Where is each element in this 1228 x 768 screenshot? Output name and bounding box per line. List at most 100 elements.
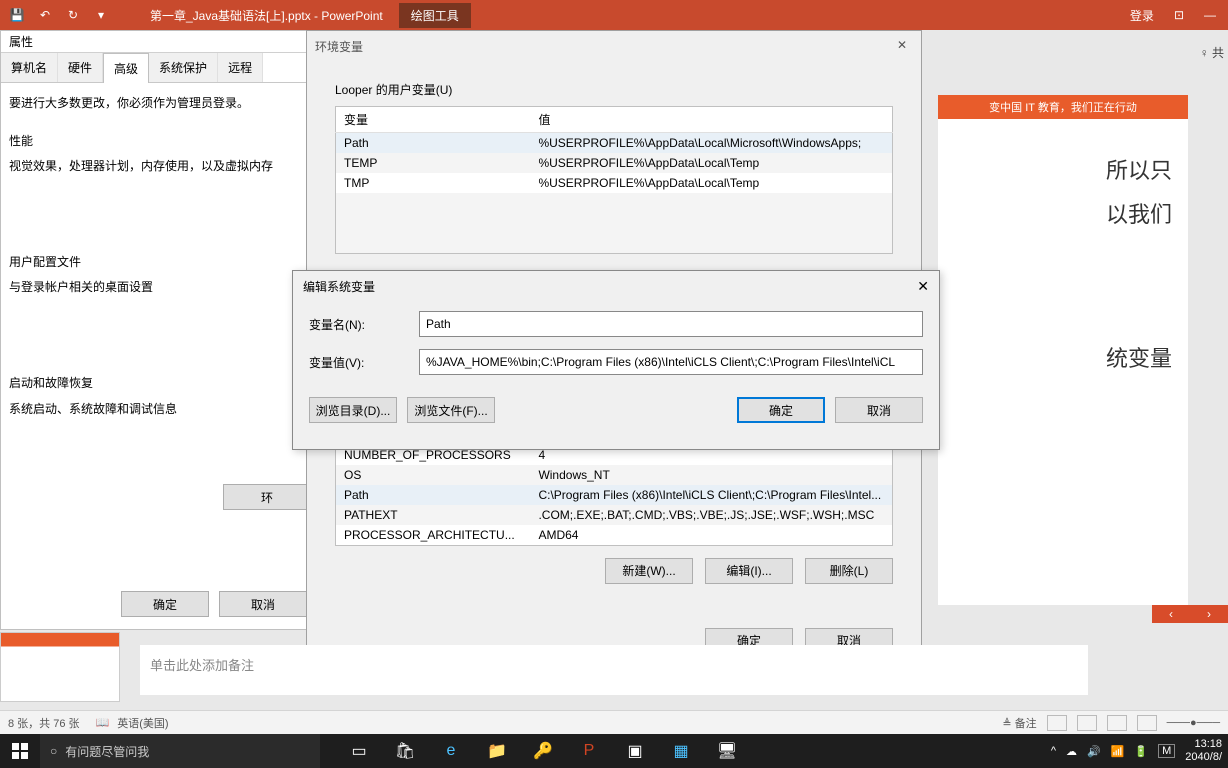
zoom-slider[interactable]: ───●─── [1167, 717, 1220, 729]
app-icon-3[interactable]: 🖥 [704, 734, 750, 768]
env-vars-button[interactable]: 环 [223, 484, 311, 510]
cmd-icon[interactable]: ▣ [612, 734, 658, 768]
table-row[interactable]: PATHEXT.COM;.EXE;.BAT;.CMD;.VBS;.VBE;.JS… [336, 505, 893, 525]
undo-icon[interactable]: ↶ [36, 6, 54, 24]
table-row[interactable]: PROCESSOR_ARCHITECTU...AMD64 [336, 525, 893, 546]
slide-banner: 变中国 IT 教育，我们正在行动 [938, 95, 1188, 119]
edit-cancel-button[interactable]: 取消 [835, 397, 923, 423]
app-icon-2[interactable]: ▦ [658, 734, 704, 768]
ime-indicator[interactable]: M [1158, 744, 1175, 758]
edit-dialog-title: 编辑系统变量 [303, 278, 375, 295]
volume-icon[interactable]: 🔊 [1087, 745, 1101, 758]
slide-line-1: 所以只 [954, 149, 1172, 193]
sys-delete-button[interactable]: 删除(L) [805, 558, 893, 584]
browse-file-button[interactable]: 浏览文件(F)... [407, 397, 495, 423]
userprofile-desc: 与登录帐户相关的桌面设置 [9, 277, 311, 299]
explorer-icon[interactable]: 📁 [474, 734, 520, 768]
edit-ok-button[interactable]: 确定 [737, 397, 825, 423]
var-name-input[interactable] [419, 311, 923, 337]
redo-icon[interactable]: ↻ [64, 6, 82, 24]
onedrive-icon[interactable]: ☁ [1066, 745, 1077, 758]
edit-system-variable-dialog: 编辑系统变量 ✕ 变量名(N): 变量值(V): 浏览目录(D)... 浏览文件… [292, 270, 940, 450]
tab-hardware[interactable]: 硬件 [58, 53, 103, 82]
share-button[interactable]: ♀ 共 [1200, 44, 1224, 61]
table-row[interactable]: PathC:\Program Files (x86)\Intel\iCLS Cl… [336, 485, 893, 505]
windows-taskbar: ○ 有问题尽管问我 ▭ 🛍 e 📁 🔑 P ▣ ▦ 🖥 ^ ☁ 🔊 📶 🔋 M … [0, 734, 1228, 768]
col-variable[interactable]: 变量 [336, 107, 531, 133]
start-button[interactable] [0, 734, 40, 768]
minimize-icon[interactable]: — [1204, 8, 1216, 22]
tab-advanced[interactable]: 高级 [103, 53, 149, 83]
slide-line-2: 以我们 [954, 193, 1172, 237]
system-vars-table[interactable]: NUMBER_OF_PROCESSORS4 OSWindows_NT PathC… [335, 444, 893, 546]
user-vars-label: Looper 的用户变量(U) [335, 81, 893, 98]
properties-title: 属性 [1, 31, 319, 53]
col-value[interactable]: 值 [530, 107, 892, 133]
powerpoint-titlebar: 💾 ↶ ↻ ▾ 第一章_Java基础语法[上].pptx - PowerPoin… [0, 0, 1228, 30]
env-dialog-title: 环境变量 [315, 38, 363, 55]
task-view-icon[interactable]: ▭ [336, 734, 382, 768]
env-close-icon[interactable]: ✕ [897, 38, 913, 54]
drawing-tools-tab[interactable]: 绘图工具 [399, 3, 471, 28]
properties-tabs: 算机名 硬件 高级 系统保护 远程 [1, 53, 319, 83]
userprofile-title: 用户配置文件 [9, 252, 311, 274]
login-link[interactable]: 登录 [1130, 7, 1154, 24]
sys-new-button[interactable]: 新建(W)... [605, 558, 693, 584]
notes-pane[interactable]: 单击此处添加备注 [140, 645, 1088, 695]
date: 2040/8/ [1185, 751, 1222, 764]
tab-system-protection[interactable]: 系统保护 [149, 53, 218, 82]
startup-desc: 系统启动、系统故障和调试信息 [9, 399, 311, 421]
tab-remote[interactable]: 远程 [218, 53, 263, 82]
battery-icon[interactable]: 🔋 [1134, 745, 1148, 758]
clock[interactable]: 13:18 2040/8/ [1185, 738, 1222, 764]
slide-canvas: 变中国 IT 教育，我们正在行动 所以只 以我们 统变量 ‹ › [938, 95, 1188, 605]
tray-expand-icon[interactable]: ^ [1051, 745, 1056, 757]
quick-access-toolbar: 💾 ↶ ↻ ▾ [0, 6, 110, 24]
slide-nav: ‹ › [1152, 605, 1228, 623]
slide-count: 8 张，共 76 张 [8, 715, 80, 731]
save-icon[interactable]: 💾 [8, 6, 26, 24]
var-value-input[interactable] [419, 349, 923, 375]
cortana-search[interactable]: ○ 有问题尽管问我 [40, 734, 320, 768]
slide-thumbnail[interactable] [0, 632, 120, 702]
sorter-view-icon[interactable] [1077, 715, 1097, 731]
table-row[interactable]: TEMP%USERPROFILE%\AppData\Local\Temp [336, 153, 893, 173]
qat-dropdown-icon[interactable]: ▾ [92, 6, 110, 24]
slide-text-box[interactable]: 所以只 以我们 统变量 [938, 119, 1188, 411]
props-ok-button[interactable]: 确定 [121, 591, 209, 617]
time: 13:18 [1185, 738, 1222, 751]
browse-dir-button[interactable]: 浏览目录(D)... [309, 397, 397, 423]
table-row[interactable]: Path%USERPROFILE%\AppData\Local\Microsof… [336, 133, 893, 154]
performance-desc: 视觉效果，处理器计划，内存使用，以及虚拟内存 [9, 156, 311, 178]
cortana-icon: ○ [50, 744, 57, 758]
var-value-label: 变量值(V): [309, 354, 419, 371]
notes-toggle[interactable]: ≜ 备注 [1002, 715, 1036, 731]
table-row[interactable]: TMP%USERPROFILE%\AppData\Local\Temp [336, 173, 893, 193]
spellcheck-icon[interactable]: 📖 [96, 716, 110, 729]
app-icon-1[interactable]: 🔑 [520, 734, 566, 768]
prev-slide-button[interactable]: ‹ [1152, 605, 1190, 623]
var-name-label: 变量名(N): [309, 316, 419, 333]
tab-computer-name[interactable]: 算机名 [1, 53, 58, 82]
slide-line-3: 统变量 [954, 337, 1172, 381]
normal-view-icon[interactable] [1047, 715, 1067, 731]
status-bar: 8 张，共 76 张 📖 英语(美国) ≜ 备注 ───●─── [0, 710, 1228, 734]
reading-view-icon[interactable] [1107, 715, 1127, 731]
admin-note: 要进行大多数更改，你必须作为管理员登录。 [9, 93, 311, 115]
edit-close-icon[interactable]: ✕ [917, 278, 929, 295]
ribbon-options-icon[interactable]: ⊡ [1174, 8, 1184, 22]
props-cancel-button[interactable]: 取消 [219, 591, 307, 617]
language-status[interactable]: 英语(美国) [117, 715, 168, 731]
user-vars-table[interactable]: 变量 值 Path%USERPROFILE%\AppData\Local\Mic… [335, 106, 893, 254]
next-slide-button[interactable]: › [1190, 605, 1228, 623]
edge-icon[interactable]: e [428, 734, 474, 768]
store-icon[interactable]: 🛍 [382, 734, 428, 768]
network-icon[interactable]: 📶 [1111, 745, 1125, 758]
slideshow-view-icon[interactable] [1137, 715, 1157, 731]
sys-edit-button[interactable]: 编辑(I)... [705, 558, 793, 584]
powerpoint-icon[interactable]: P [566, 734, 612, 768]
system-properties-dialog: 属性 算机名 硬件 高级 系统保护 远程 要进行大多数更改，你必须作为管理员登录… [0, 30, 320, 630]
search-placeholder: 有问题尽管问我 [65, 743, 149, 760]
table-row[interactable]: OSWindows_NT [336, 465, 893, 485]
startup-title: 启动和故障恢复 [9, 373, 311, 395]
